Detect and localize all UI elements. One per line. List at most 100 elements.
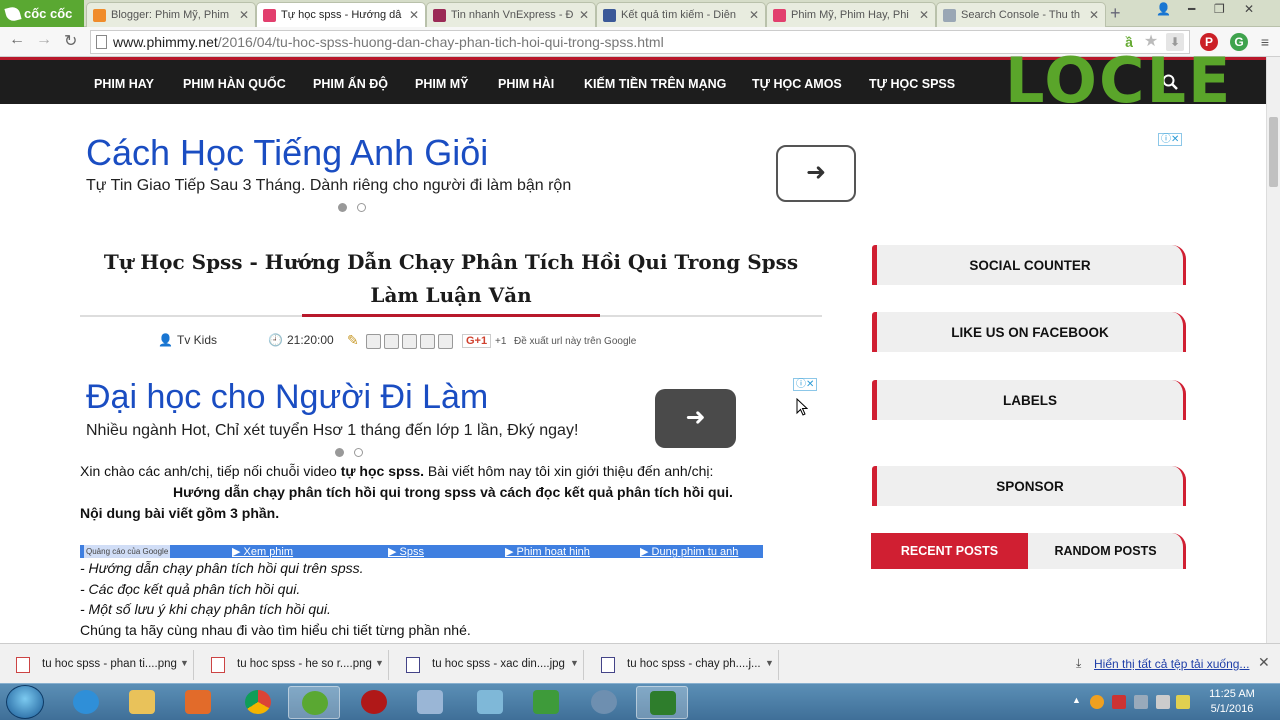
twitter-share-icon[interactable] (402, 334, 417, 349)
ad-banner-english[interactable]: Cách Học Tiếng Anh Giỏi Tự Tin Giao Tiếp… (80, 126, 1190, 221)
tray-keyboard-icon[interactable] (1176, 695, 1190, 709)
nav-item-phim-an-do[interactable]: PHIM ẤN ĐỘ (313, 77, 388, 91)
nav-item-spss[interactable]: TỰ HỌC SPSS (869, 77, 955, 91)
ad-link-phim-hoat-hinh[interactable]: ▶ Phim hoat hinh (505, 545, 590, 558)
reload-icon[interactable]: ↻ (64, 31, 77, 51)
page-scrollbar[interactable] (1266, 57, 1280, 643)
taskbar-app-red[interactable] (348, 686, 400, 719)
browser-tab[interactable]: Search Console - Thu th ✕ (936, 2, 1106, 27)
facebook-share-icon[interactable] (420, 334, 435, 349)
intro-text-end: Bài viết hôm nay tôi xin giới thiệu đến … (424, 463, 714, 479)
show-all-downloads-link[interactable]: Hiển thị tất cả tệp tải xuống... (1094, 657, 1249, 671)
download-item[interactable]: tu hoc spss - xac din....jpg ▼ (394, 650, 584, 680)
browser-tab[interactable]: Phim Mỹ, Phim Hay, Phi ✕ (766, 2, 936, 27)
nav-item-phim-han-quoc[interactable]: PHIM HÀN QUỐC (183, 77, 286, 91)
grammarly-icon[interactable]: G (1230, 33, 1248, 51)
ad-banner-university[interactable]: Đại học cho Người Đi Làm Nhiều ngành Hot… (80, 374, 820, 460)
close-icon[interactable]: ✕ (579, 8, 589, 22)
scrollbar-thumb[interactable] (1269, 117, 1278, 187)
browser-tab-active[interactable]: Tự học spss - Hướng dẫ ✕ (256, 2, 426, 27)
browser-tab[interactable]: Tin nhanh VnExpress - Đ ✕ (426, 2, 596, 27)
pinterest-share-icon[interactable] (438, 334, 453, 349)
taskbar-ie[interactable] (60, 686, 112, 719)
ad-link-xem-phim[interactable]: ▶ Xem phim (232, 545, 293, 558)
close-icon[interactable]: ✕ (749, 8, 759, 22)
nav-item-amos[interactable]: TỰ HỌC AMOS (752, 77, 842, 91)
chevron-down-icon[interactable]: ▼ (180, 658, 189, 668)
menu-icon[interactable]: ≡ (1256, 33, 1274, 51)
download-item[interactable]: tu hoc spss - phan ti....png ▼ (4, 650, 194, 680)
start-button[interactable] (6, 685, 44, 719)
download-item[interactable]: tu hoc spss - he so r....png ▼ (199, 650, 389, 680)
widget-sponsor: SPONSOR (872, 466, 1186, 506)
gplus-button[interactable]: G+1 (462, 334, 492, 348)
ad-arrow-button[interactable]: ➜ (776, 145, 856, 202)
close-icon[interactable]: ✕ (919, 8, 929, 22)
tab-recent-posts[interactable]: RECENT POSTS (871, 533, 1028, 569)
browser-tab-strip: cốc cốc Blogger: Phim Mỹ, Phim ✕ Tự học s… (0, 0, 1280, 27)
back-icon[interactable]: ← (9, 31, 25, 49)
blogger-share-icon[interactable] (384, 334, 399, 349)
carousel-dot[interactable] (354, 448, 363, 457)
taskbar-explorer[interactable] (116, 686, 168, 719)
taskbar-chrome[interactable] (232, 686, 284, 719)
taskbar-camtasia-recorder[interactable] (636, 686, 688, 719)
chevron-down-icon[interactable]: ▼ (570, 658, 579, 668)
ad-choices-icon[interactable]: ⓘ✕ (1158, 133, 1183, 146)
ad-arrow-button[interactable]: ➜ (655, 389, 736, 448)
browser-tab[interactable]: Blogger: Phim Mỹ, Phim ✕ (86, 2, 256, 27)
browser-tab[interactable]: Kết quả tìm kiếm - Diễn ✕ (596, 2, 766, 27)
chevron-down-icon[interactable]: ▼ (765, 658, 774, 668)
taskbar-clock[interactable]: 11:25 AM 5/1/2016 (1196, 687, 1268, 717)
forward-icon[interactable]: → (36, 31, 52, 49)
nav-item-phim-hai[interactable]: PHIM HÀI (498, 77, 554, 91)
taskbar-coccoc[interactable] (288, 686, 340, 719)
close-icon[interactable]: ✕ (1089, 8, 1099, 22)
carousel-dot[interactable] (335, 448, 344, 457)
tray-expand-icon[interactable]: ▲ (1072, 695, 1086, 709)
ad-title[interactable]: Cách Học Tiếng Anh Giỏi (86, 132, 488, 174)
tray-network-icon[interactable] (1134, 695, 1148, 709)
ad-choices-icon[interactable]: ⓘ✕ (793, 378, 818, 391)
edit-pencil-icon[interactable]: ✎ (347, 332, 359, 349)
tab-random-posts[interactable]: RANDOM POSTS (1028, 533, 1186, 569)
tray-flag-icon[interactable] (1112, 695, 1126, 709)
user-icon[interactable]: 👤 (1156, 2, 1171, 16)
new-tab-button[interactable]: + (1110, 4, 1121, 22)
leaf-icon (4, 4, 22, 23)
list-item: - Các đọc kết quả phân tích hồi qui. (80, 581, 301, 597)
close-window-icon[interactable]: ✕ (1244, 2, 1254, 16)
taskbar-notes[interactable] (464, 686, 516, 719)
taskbar-camtasia[interactable] (520, 686, 572, 719)
close-icon[interactable]: ✕ (409, 8, 419, 22)
nav-item-phim-my[interactable]: PHIM MỸ (415, 77, 468, 91)
download-item[interactable]: tu hoc spss - chay ph....j... ▼ (589, 650, 779, 680)
carousel-dot[interactable] (338, 203, 347, 212)
url-path: /2016/04/tu-hoc-spss-huong-dan-chay-phan… (217, 34, 664, 50)
post-author[interactable]: Tv Kids (177, 333, 217, 347)
tray-app-icon[interactable] (1090, 695, 1104, 709)
taskbar-paint[interactable] (404, 686, 456, 719)
jpg-file-icon (601, 657, 615, 673)
nav-item-phim-hay[interactable]: PHIM HAY (94, 77, 154, 91)
downloads-bar: tu hoc spss - phan ti....png ▼ tu hoc sps… (0, 643, 1280, 683)
close-icon[interactable]: ✕ (239, 8, 249, 22)
carousel-dot[interactable] (357, 203, 366, 212)
nav-item-kiem-tien[interactable]: KIẾM TIỀN TRÊN MẠNG (584, 77, 726, 91)
email-share-icon[interactable] (366, 334, 381, 349)
chevron-down-icon[interactable]: ▼ (375, 658, 384, 668)
ad-link-spss[interactable]: ▶ Spss (388, 545, 424, 558)
taskbar-media-player[interactable] (172, 686, 224, 719)
ad-subtitle: Nhiều ngành Hot, Chỉ xét tuyển Hsơ 1 thá… (86, 422, 579, 439)
restore-icon[interactable]: ❐ (1214, 2, 1225, 16)
coccoc-logo[interactable]: cốc cốc (0, 0, 84, 27)
brand-name: cốc cốc (24, 6, 73, 21)
ad-title[interactable]: Đại học cho Người Đi Làm (86, 378, 488, 417)
tray-volume-icon[interactable] (1156, 695, 1170, 709)
ad-link-dung-phim[interactable]: ▶ Dung phim tu anh (640, 545, 738, 558)
taskbar-calculator[interactable] (578, 686, 630, 719)
minimize-icon[interactable]: ━ (1188, 2, 1195, 16)
close-icon[interactable]: ✕ (1258, 654, 1270, 671)
article-title: Tự Học Spss - Hướng Dẫn Chạy Phân Tích H… (103, 250, 799, 307)
download-filename: tu hoc spss - chay ph....j... (627, 658, 761, 670)
